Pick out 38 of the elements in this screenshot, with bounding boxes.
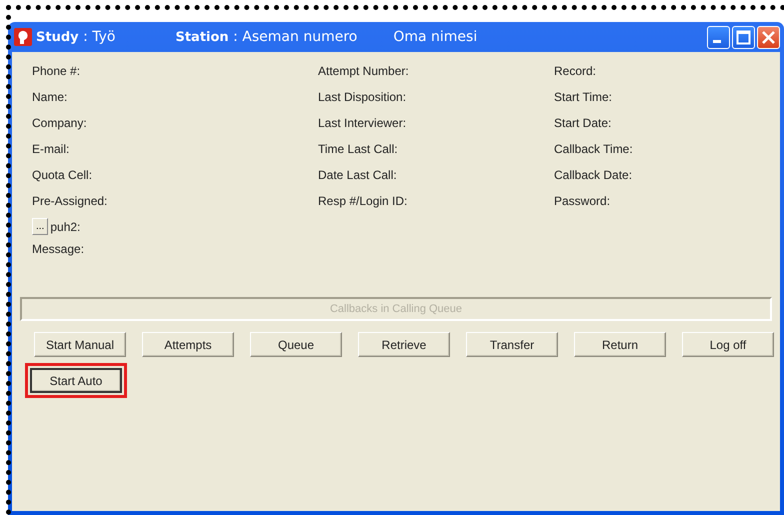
field-label: Last Interviewer: [318, 116, 406, 130]
field-label: E-mail: [32, 142, 70, 156]
action-button[interactable]: Queue [250, 332, 342, 357]
field-label: Quota Cell: [32, 168, 92, 182]
field-label: Start Time: [554, 90, 612, 104]
field-label: Time Last Call: [318, 142, 398, 156]
field-label: Last Disposition: [318, 90, 406, 104]
action-button[interactable]: Start Manual [34, 332, 126, 357]
field-label: Pre-Assigned: [32, 194, 108, 208]
field-label: Callback Time: [554, 142, 633, 156]
minimize-button[interactable] [707, 26, 730, 48]
user-name: Oma nimesi [393, 29, 478, 45]
browse-button[interactable]: ... [32, 218, 48, 235]
field-label: Record: [554, 64, 596, 78]
field-label: Name: [32, 90, 68, 104]
title-field: Station : Aseman numero [175, 29, 358, 45]
field-label: Date Last Call: [318, 168, 397, 182]
field-label: Resp #/Login ID: [318, 194, 408, 208]
close-button[interactable] [757, 26, 780, 48]
field-label: Company: [32, 116, 87, 130]
action-button[interactable]: Transfer [466, 332, 558, 357]
field-label: Start Date: [554, 116, 612, 130]
action-button[interactable]: Start Auto [30, 368, 122, 393]
field-label: Password: [554, 194, 610, 208]
app-icon [14, 28, 32, 46]
field-label: puh2: [50, 220, 80, 234]
maximize-button[interactable] [732, 26, 755, 48]
field-label: Callback Date: [554, 168, 632, 182]
action-button[interactable]: Log off [682, 332, 774, 357]
action-button[interactable]: Return [574, 332, 666, 357]
minimize-icon [712, 40, 720, 42]
field-label: Phone #: [32, 64, 80, 78]
callbacks-label: Callbacks in Calling Queue [330, 303, 462, 315]
action-button[interactable]: Attempts [142, 332, 234, 357]
action-button[interactable]: Retrieve [358, 332, 450, 357]
title-field: Study : Työ [36, 29, 116, 45]
field-label: Attempt Number: [318, 64, 409, 78]
field-label: Message: [32, 242, 84, 256]
